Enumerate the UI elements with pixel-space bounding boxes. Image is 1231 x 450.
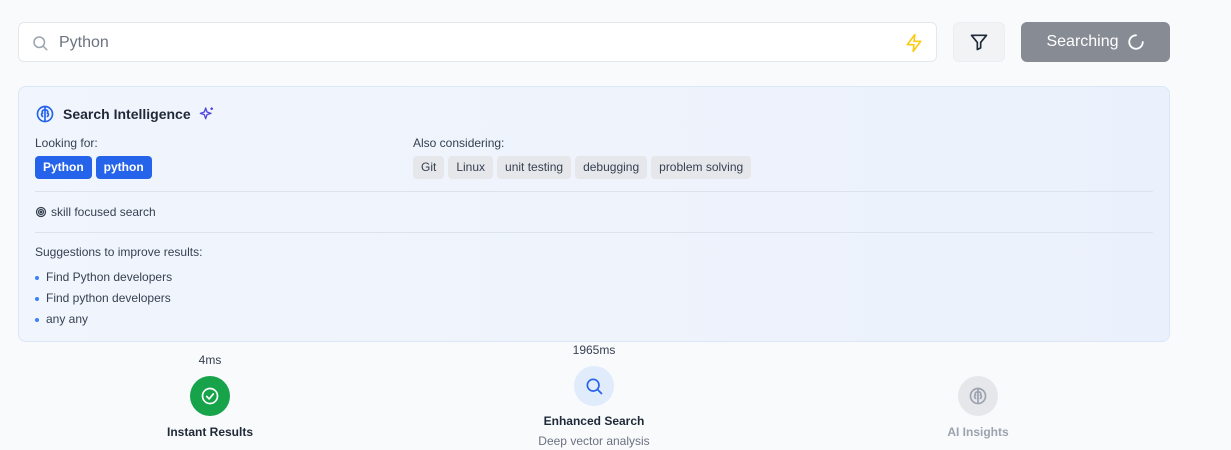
suggestion-text: Find Python developers bbox=[46, 270, 173, 284]
filter-icon bbox=[970, 34, 988, 51]
suggestion-text: Find python developers bbox=[46, 291, 171, 305]
step-time: 1965ms bbox=[572, 343, 616, 357]
also-considering-chip[interactable]: debugging bbox=[575, 156, 648, 179]
step-circle bbox=[190, 376, 230, 416]
searching-button-label: Searching bbox=[1046, 33, 1119, 50]
suggestion-text: any any bbox=[46, 312, 89, 326]
bullet bbox=[35, 275, 39, 280]
step-circle bbox=[574, 366, 614, 406]
also-considering-section: Also considering: Git Linux unit testing… bbox=[413, 136, 752, 179]
looking-for-label: Looking for: bbox=[35, 136, 98, 150]
looking-for-chips: Python python bbox=[35, 156, 152, 179]
search-intelligence-card: Search Intelligence Looking for: Python … bbox=[18, 86, 1170, 342]
sparkles-icon bbox=[199, 107, 213, 120]
step-subtitle: Deep vector analysis bbox=[538, 434, 650, 448]
looking-for-section: Looking for: Python python bbox=[35, 136, 152, 179]
also-considering-chip[interactable]: Git bbox=[413, 156, 445, 179]
search-box[interactable] bbox=[18, 22, 937, 62]
step-name: Enhanced Search bbox=[543, 414, 645, 428]
also-considering-chip[interactable]: unit testing bbox=[497, 156, 572, 179]
brain-icon bbox=[969, 387, 987, 405]
also-considering-chip[interactable]: Linux bbox=[448, 156, 494, 179]
suggestions-section: Suggestions to improve results: Find Pyt… bbox=[35, 245, 202, 330]
step-time: 4ms bbox=[198, 353, 222, 367]
search-mode: skill focused search bbox=[35, 205, 156, 219]
suggestion-item[interactable]: any any bbox=[35, 309, 202, 330]
suggestion-item[interactable]: Find Python developers bbox=[35, 267, 202, 288]
step-ai-insights: AI Insights bbox=[878, 376, 1078, 439]
search-icon bbox=[586, 378, 603, 395]
suggestions-list: Find Python developers Find python devel… bbox=[35, 267, 202, 330]
search-row: Searching bbox=[18, 22, 1170, 62]
lightning-icon[interactable] bbox=[904, 33, 924, 53]
also-considering-chips: Git Linux unit testing debugging problem… bbox=[413, 156, 752, 179]
divider bbox=[35, 232, 1153, 233]
target-icon bbox=[35, 206, 47, 218]
search-mode-label: skill focused search bbox=[51, 205, 156, 219]
intelligence-title: Search Intelligence bbox=[63, 106, 191, 122]
step-circle bbox=[958, 376, 998, 416]
also-considering-chip[interactable]: problem solving bbox=[651, 156, 752, 179]
also-considering-label: Also considering: bbox=[413, 136, 505, 150]
suggestions-label: Suggestions to improve results: bbox=[35, 245, 203, 259]
search-icon bbox=[33, 36, 48, 51]
suggestion-item[interactable]: Find python developers bbox=[35, 288, 202, 309]
looking-for-chip[interactable]: python bbox=[95, 156, 152, 179]
bullet bbox=[35, 296, 39, 301]
step-name: Instant Results bbox=[166, 425, 253, 439]
intelligence-header: Search Intelligence bbox=[35, 104, 215, 124]
search-input[interactable] bbox=[59, 32, 879, 54]
bullet bbox=[35, 317, 39, 322]
step-name: AI Insights bbox=[947, 425, 1009, 439]
brain-icon bbox=[36, 105, 54, 123]
check-circle-icon bbox=[201, 387, 219, 405]
searching-button[interactable]: Searching bbox=[1021, 22, 1170, 62]
step-enhanced-search: 1965ms Enhanced Search Deep vector analy… bbox=[494, 343, 694, 448]
filter-button[interactable] bbox=[953, 22, 1005, 62]
step-instant-results: 4ms Instant Results bbox=[110, 353, 310, 439]
looking-for-chip[interactable]: Python bbox=[35, 156, 92, 179]
spinner-icon bbox=[1127, 34, 1144, 50]
divider bbox=[35, 191, 1153, 192]
